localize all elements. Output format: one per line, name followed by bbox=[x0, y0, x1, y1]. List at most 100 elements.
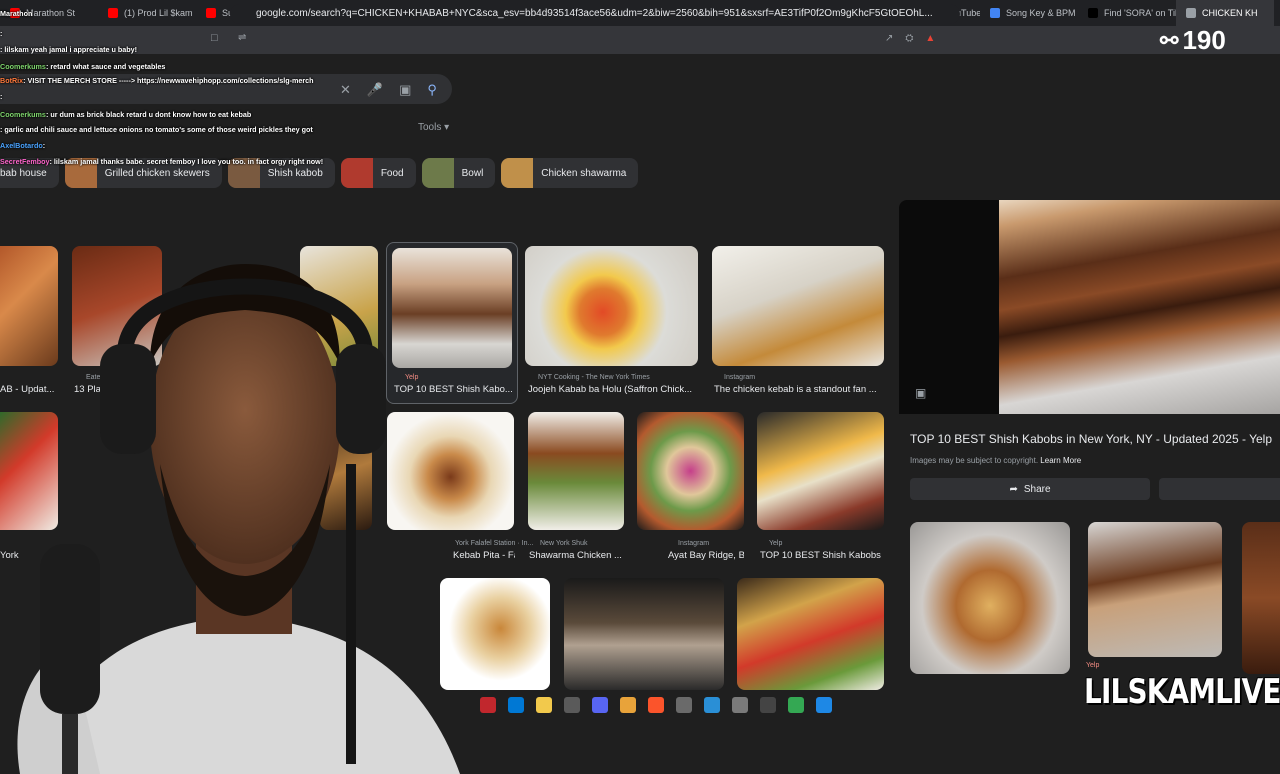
app-icon[interactable] bbox=[508, 697, 524, 713]
chip-label: Shish kabob bbox=[267, 167, 323, 179]
tab-label: Song Key & BPM bbox=[1006, 8, 1076, 18]
result-title[interactable]: TOP 10 BEST Shish Kabobs in Ne... bbox=[760, 550, 884, 561]
address-bar bbox=[0, 26, 1280, 54]
chip-thumbnail bbox=[501, 158, 534, 188]
chat-text: : lilskam jamal thanks babe. secret femb… bbox=[49, 157, 324, 166]
result-title[interactable]: Shawarma Chicken ... bbox=[529, 550, 625, 561]
tab-favicon-icon bbox=[1088, 8, 1098, 18]
tab-label: Marathon St bbox=[26, 8, 76, 18]
chip-label: Grilled chicken skewers bbox=[104, 167, 210, 179]
result-source: NYT Cooking - The New York Times bbox=[538, 374, 650, 381]
tab-label: Find 'SORA' on Tik bbox=[1104, 8, 1176, 18]
url-field[interactable]: google.com/search?q=CHICKEN+KHABAB+NYC&s… bbox=[230, 4, 960, 24]
tools-button[interactable]: Tools ▾ bbox=[418, 122, 449, 133]
preview-title[interactable]: TOP 10 BEST Shish Kabobs in New York, NY… bbox=[910, 432, 1272, 446]
viewer-count: 190 bbox=[1182, 25, 1226, 55]
chat-message: Coomerkums: ur dum as brick black retard… bbox=[0, 111, 251, 118]
tab-label: (1) Prod Lil $kam bbox=[124, 8, 193, 18]
chat-message: SecretFemboy: lilskam jamal thanks babe.… bbox=[0, 158, 323, 165]
app-icon[interactable] bbox=[732, 697, 748, 713]
chat-message: BotRix: VISIT THE MERCH STORE -----> htt… bbox=[0, 77, 314, 84]
site-info-icon[interactable]: ⇌ bbox=[238, 32, 246, 43]
related-image[interactable] bbox=[910, 522, 1070, 674]
result-image[interactable] bbox=[757, 412, 884, 530]
chat-username: Coomerkums bbox=[0, 110, 46, 119]
result-image[interactable] bbox=[528, 412, 624, 530]
channel-watermark: LILSKAMLIVE bbox=[1084, 672, 1280, 712]
search-results-page: ✕ 🎤 ▣ ⚲ Tools ▾ bab house Grilled chicken… bbox=[0, 54, 1280, 774]
clear-icon[interactable]: ✕ bbox=[340, 82, 351, 98]
browser-tab[interactable]: Song Key & BPM bbox=[980, 0, 1078, 26]
browser-tab[interactable]: Find 'SORA' on Tik bbox=[1078, 0, 1176, 26]
chat-message: Marathon bbox=[0, 10, 32, 17]
chat-message: Coomerkums: retard what sauce and vegeta… bbox=[0, 63, 165, 70]
filter-chip[interactable]: Bowl bbox=[421, 158, 496, 188]
viewers-icon: ⚯ bbox=[1160, 27, 1179, 53]
share-page-icon[interactable]: ↗ bbox=[885, 33, 893, 44]
preview-image[interactable] bbox=[999, 200, 1280, 414]
chat-message: : lilskam yeah jamal i appreciate u baby… bbox=[0, 46, 137, 53]
result-image[interactable] bbox=[637, 412, 744, 530]
chip-label: Food bbox=[380, 167, 404, 179]
result-title[interactable]: The chicken kebab is a standout fan ... bbox=[714, 384, 884, 395]
chip-thumbnail bbox=[421, 158, 454, 188]
copyright-note: Images may be subject to copyright. Lear… bbox=[910, 456, 1082, 465]
camera-icon[interactable]: ▣ bbox=[399, 82, 411, 98]
app-icon[interactable] bbox=[760, 697, 776, 713]
tab-label: CHICKEN KH bbox=[1202, 8, 1258, 18]
brave-icon[interactable] bbox=[648, 697, 664, 713]
filter-chip[interactable]: Chicken shawarma bbox=[501, 158, 639, 188]
shield-icon[interactable]: ⛭ bbox=[905, 33, 913, 44]
result-image[interactable] bbox=[564, 578, 724, 690]
tab-favicon-icon bbox=[108, 8, 118, 18]
chat-message: : bbox=[0, 30, 2, 37]
result-image[interactable] bbox=[712, 246, 884, 366]
microphone-icon[interactable]: 🎤 bbox=[367, 82, 383, 98]
app-icon[interactable] bbox=[620, 697, 636, 713]
app-icon[interactable] bbox=[564, 697, 580, 713]
search-bar-icons: ✕ 🎤 ▣ ⚲ bbox=[340, 82, 437, 98]
chat-text: : ur dum as brick black retard u dont kn… bbox=[45, 110, 252, 119]
extension-icon[interactable]: ▲ bbox=[925, 33, 935, 44]
related-source: Yelp bbox=[1086, 662, 1100, 669]
preview-backdrop bbox=[899, 200, 999, 414]
related-image[interactable] bbox=[1088, 522, 1222, 657]
taskbar bbox=[470, 690, 870, 720]
app-icon[interactable] bbox=[676, 697, 692, 713]
result-image[interactable] bbox=[737, 578, 884, 690]
address-bar-actions: ↗ ⛭ ▲ bbox=[885, 33, 935, 44]
chat-text: : lilskam yeah jamal i appreciate u baby… bbox=[0, 45, 138, 54]
result-source: Yelp bbox=[769, 540, 783, 547]
save-button[interactable] bbox=[1159, 478, 1280, 500]
bookmark-icon[interactable]: □ bbox=[211, 32, 218, 44]
filter-chip[interactable]: Food bbox=[340, 158, 416, 188]
tab-favicon-icon bbox=[206, 8, 216, 18]
discord-icon[interactable] bbox=[592, 697, 608, 713]
result-title[interactable]: Joojeh Kabab ba Holu (Saffron Chick... bbox=[528, 384, 698, 395]
result-source: New York Shuk bbox=[540, 540, 588, 547]
browser-tab[interactable]: (1) Prod Lil $kam bbox=[98, 0, 196, 26]
search-icon[interactable]: ⚲ bbox=[427, 82, 437, 98]
browser-tab[interactable]: CHICKEN KH bbox=[1176, 0, 1274, 26]
chat-username: BotRix bbox=[0, 76, 24, 85]
lens-icon[interactable]: ▣ bbox=[915, 386, 926, 400]
folder-icon[interactable] bbox=[536, 697, 552, 713]
tab-favicon-icon bbox=[990, 8, 1000, 18]
chat-text: : bbox=[0, 92, 3, 101]
app-icon[interactable] bbox=[480, 697, 496, 713]
share-icon: ➦ bbox=[1009, 483, 1018, 495]
result-source: Instagram bbox=[724, 374, 756, 381]
share-button[interactable]: ➦ Share bbox=[910, 478, 1150, 500]
chrome-icon[interactable] bbox=[788, 697, 804, 713]
result-image[interactable] bbox=[525, 246, 698, 366]
learn-more-link[interactable]: Learn More bbox=[1040, 456, 1081, 465]
app-icon[interactable] bbox=[704, 697, 720, 713]
chat-message: : bbox=[0, 93, 2, 100]
related-image[interactable] bbox=[1242, 522, 1280, 674]
result-title[interactable]: Ayat Bay Ridge, Brook... bbox=[668, 550, 744, 561]
webcam-feed bbox=[17, 264, 460, 774]
app-icon[interactable] bbox=[816, 697, 832, 713]
chip-label: Bowl bbox=[461, 167, 484, 179]
chat-text: : bbox=[0, 29, 3, 38]
result-source: Instagram bbox=[678, 540, 710, 547]
